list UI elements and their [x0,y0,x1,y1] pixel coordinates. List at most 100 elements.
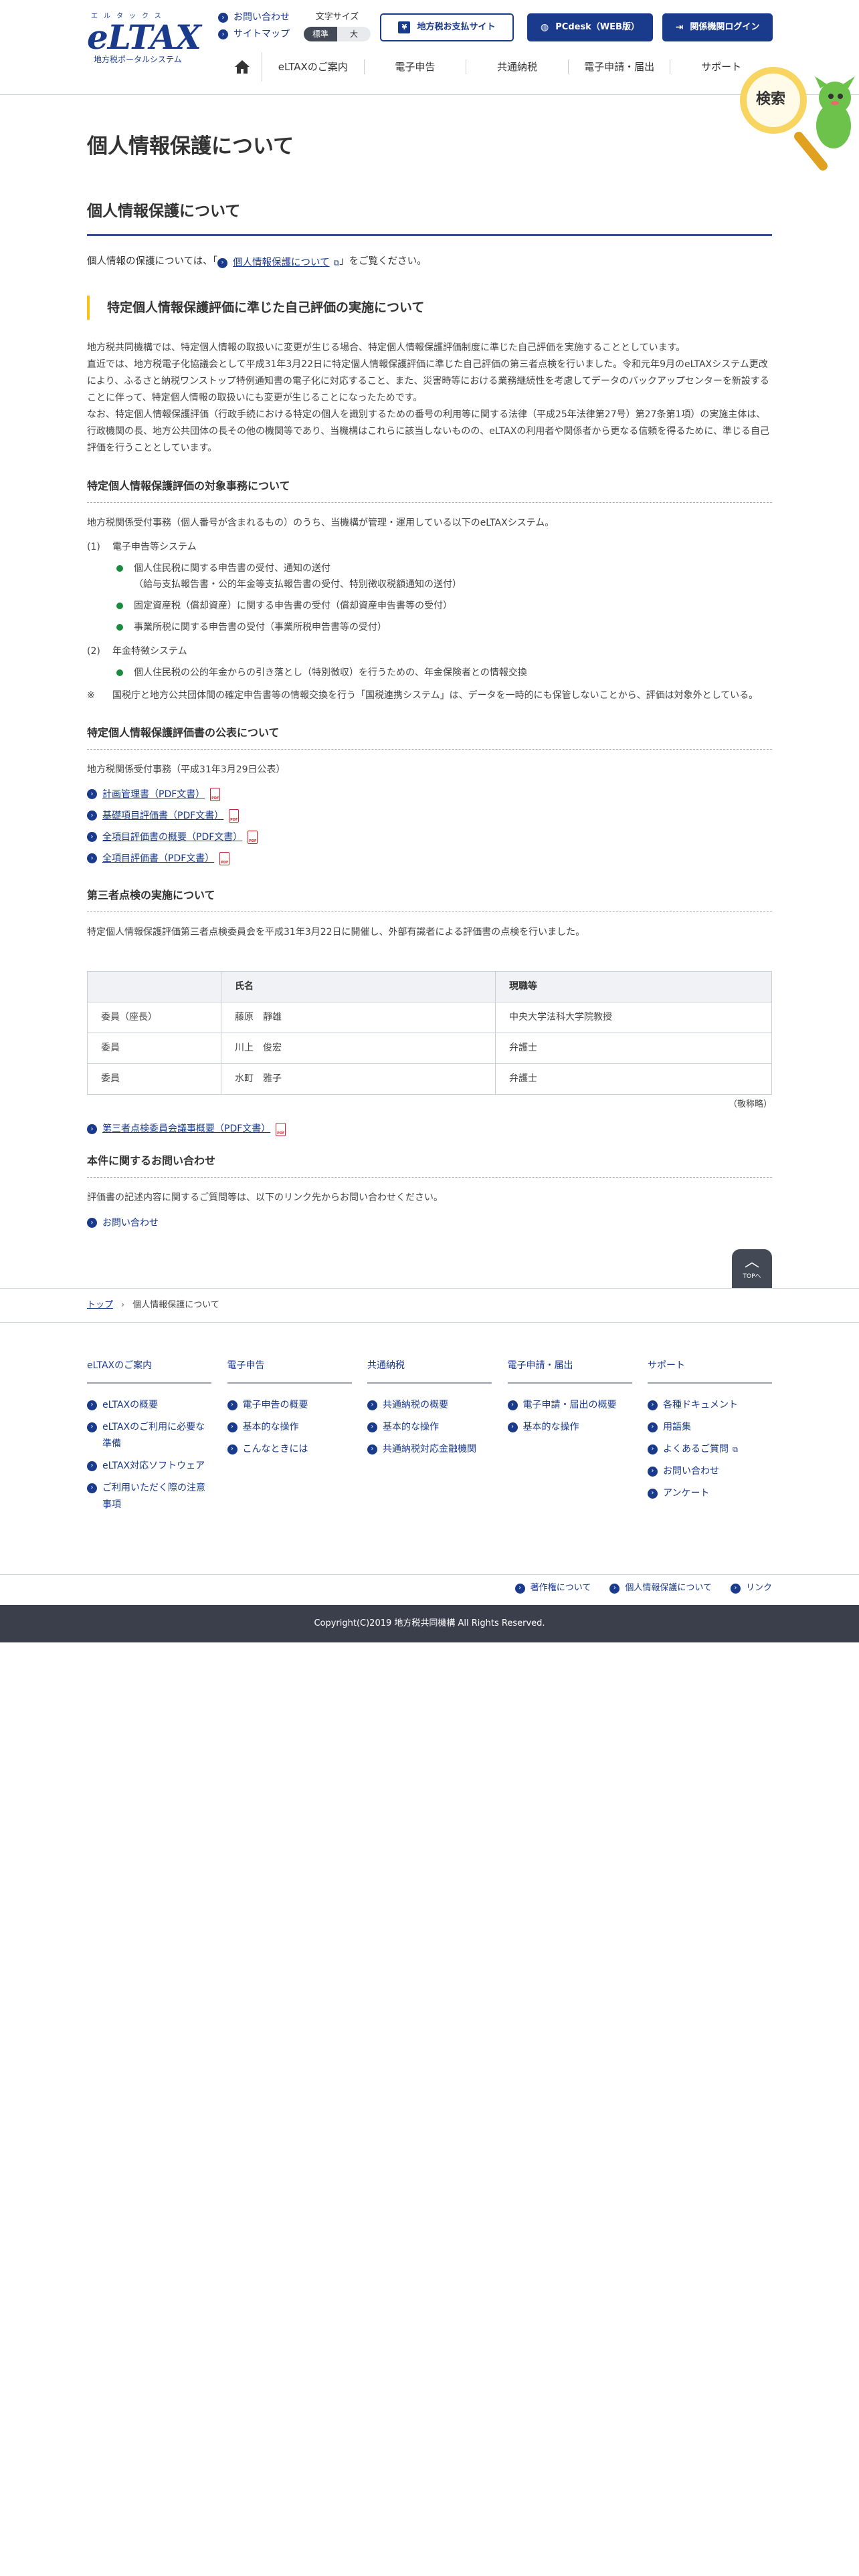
arrow-circle-icon: › [87,811,97,821]
nav-common-payment[interactable]: 共通納税 [466,60,569,74]
utility-links: › お問い合わせ › サイトマップ [218,9,290,43]
footer-link[interactable]: › 基本的な操作 [367,1419,492,1436]
site-logo[interactable]: エルタックス eLTAX 地方税ポータルシステム [87,12,201,66]
footer-link[interactable]: › 基本的な操作 [227,1419,352,1436]
table-header: 氏名 [221,970,496,1002]
sub-list-item: 個人住民税の公的年金からの引き落とし（特別徴収）を行うための、年金保険者との情報… [116,665,772,681]
arrow-circle-icon: › [648,1444,658,1455]
footer-column-head[interactable]: 電子申請・届出 [507,1358,632,1384]
copyright-bar: Copyright(C)2019 地方税共同機構 All Rights Rese… [0,1605,859,1642]
nav-eltax-guide[interactable]: eLTAXのご案内 [262,60,365,74]
footer-link[interactable]: › ご利用いただく際の注意事項 [87,1480,211,1513]
footer-link[interactable]: › アンケート [648,1485,772,1502]
footer-link[interactable]: › eLTAX対応ソフトウェア [87,1458,211,1475]
breadcrumb-top-link[interactable]: トップ [87,1298,113,1313]
footer-column-head[interactable]: eLTAXのご案内 [87,1358,211,1384]
logo-text: eLTAX [87,17,201,57]
footer-column-e-filing: 電子申告 › 電子申告の概要 › 基本的な操作 › こんなときには [227,1358,352,1513]
footer-link[interactable]: › eLTAXのご利用に必要な準備 [87,1419,211,1453]
pdf-link-full[interactable]: › 全項目評価書（PDF文書） PDF [87,851,772,866]
search-label: 検索 [756,91,786,108]
privacy-policy-link-label: 個人情報保護について [233,257,330,268]
arrow-circle-icon: › [87,1483,97,1493]
footer-column-common-payment: 共通納税 › 共通納税の概要 › 基本的な操作 › 共通納税対応金融機関 [367,1358,492,1513]
footer-link[interactable]: › 基本的な操作 [507,1419,632,1436]
footer-column-head[interactable]: サポート [648,1358,772,1384]
pcdesk-button[interactable]: ◍ PCdesk（WEB版） [527,13,653,41]
bottom-link-label: 著作権について [530,1582,591,1593]
arrow-circle-icon: › [87,1400,97,1410]
pdf-link-summary[interactable]: › 全項目評価書の概要（PDF文書） PDF [87,830,772,845]
sub-list-text: 固定資産税（償却資産）に関する申告書の受付（償却資産申告書等の受付） [134,600,452,611]
agency-login-button[interactable]: ⇥ 関係機関ログイン [662,13,773,41]
inquiry-link[interactable]: › お問い合わせ [87,1215,772,1232]
back-to-top-button[interactable]: ︿ TOPへ [732,1249,772,1288]
privacy-policy-link[interactable]: › 個人情報保護について ⧉ [217,255,339,272]
table-header: 現職等 [495,970,772,1002]
footer-link[interactable]: › 共通納税の概要 [367,1397,492,1414]
bullet-icon [116,669,123,676]
arrow-circle-icon: › [87,1422,97,1432]
external-window-icon: ⧉ [333,257,340,267]
copyright-policy-link[interactable]: › 著作権について [514,1581,591,1596]
footer-link-label: 基本的な操作 [383,1421,439,1432]
pdf-icon: PDF [210,787,221,801]
nav-e-filing[interactable]: 電子申告 [365,60,467,74]
footer-link[interactable]: › 電子申請・届出の概要 [507,1397,632,1414]
local-tax-payment-button[interactable]: ¥ 地方税お支払サイト [380,13,514,41]
footer-column-e-application: 電子申請・届出 › 電子申請・届出の概要 › 基本的な操作 [507,1358,632,1513]
pdf-link-plan[interactable]: › 計画管理書（PDF文書） PDF [87,787,772,802]
main-content: 個人情報保護について 個人情報保護について 個人情報の保護については、「 › 個人情… [87,95,772,1231]
sub-list-text: 個人住民税に関する申告書の受付、通知の送付 （給与支払報告書・公的年金等支払報告… [134,562,462,590]
privacy-link[interactable]: › 個人情報保護について [609,1581,712,1596]
arrow-circle-icon: › [227,1422,237,1432]
bullet-icon [116,602,123,609]
footer-link[interactable]: › こんなときには [227,1441,352,1458]
magnifier-mascot-icon [740,67,855,171]
footer-column-head[interactable]: 共通納税 [367,1358,492,1384]
font-size-switcher: 文字サイズ 標準 大 [304,11,371,41]
pdf-link-minutes[interactable]: › 第三者点検委員会議事概要（PDF文書） PDF [87,1122,772,1137]
footer-link[interactable]: › 電子申告の概要 [227,1397,352,1414]
footer-link[interactable]: › eLTAXの概要 [87,1397,211,1414]
page: エルタックス eLTAX 地方税ポータルシステム › お問い合わせ › サイトマ… [0,0,859,2576]
third-party-text: 特定個人情報保護評価第三者点検委員会を平成31年3月22日に開催し、外部有識者に… [87,926,585,938]
footer-column-head[interactable]: 電子申告 [227,1358,352,1384]
pcdesk-label: PCdesk（WEB版） [555,21,640,32]
footer-link[interactable]: › 各種ドキュメント [648,1397,772,1414]
list-item: (1) 電子申告等システム [87,539,772,555]
chevron-up-icon: ︿ [744,1254,759,1271]
local-tax-payment-label: 地方税お支払サイト [417,21,496,32]
pdf-link-basic[interactable]: › 基礎項目評価書（PDF文書） PDF [87,809,772,823]
nav-e-application[interactable]: 電子申請・届出 [569,60,671,74]
sub-list-item: 固定資産税（償却資産）に関する申告書の受付（償却資産申告書等の受付） [116,598,772,614]
search-mascot-button[interactable]: 検索 [735,64,859,178]
nav-home[interactable] [222,52,262,82]
agency-login-label: 関係機関ログイン [690,21,760,32]
font-size-large-button[interactable]: 大 [337,27,371,41]
footer-link[interactable]: › 用語集 [648,1419,772,1436]
arrow-circle-icon: › [730,1583,741,1594]
sitemap-link[interactable]: › サイトマップ [218,26,290,43]
sub-list: 個人住民税に関する申告書の受付、通知の送付 （給与支払報告書・公的年金等支払報告… [87,560,772,635]
contact-link[interactable]: › お問い合わせ [218,9,290,26]
font-size-standard-button[interactable]: 標準 [304,27,337,41]
arrow-circle-icon: › [87,853,97,864]
footer-link[interactable]: › よくあるご質問 ⧉ [648,1441,772,1458]
arrow-circle-icon: › [87,789,97,800]
footer-link-label: 電子申告の概要 [242,1399,308,1410]
footer-link-label: 共通納税対応金融機関 [383,1443,476,1455]
pdf-link-label: 基礎項目評価書（PDF文書） [102,810,224,821]
table-cell: 水町 雅子 [221,1063,496,1095]
links-link[interactable]: › リンク [730,1581,772,1596]
footer-link[interactable]: › お問い合わせ [648,1463,772,1480]
sub-list: 個人住民税の公的年金からの引き落とし（特別徴収）を行うための、年金保険者との情報… [87,665,772,681]
bullet-icon [116,564,123,572]
arrow-circle-icon: › [227,1400,237,1410]
contact-link-label: お問い合わせ [233,12,290,23]
footer-link[interactable]: › 共通納税対応金融機関 [367,1441,492,1458]
table-cell: 川上 俊宏 [221,1032,496,1064]
footer-column-support: サポート › 各種ドキュメント › 用語集 › よくあるご質問 ⧉ › お問い合わせ › ア… [648,1358,772,1513]
arrow-circle-icon: › [87,1124,97,1135]
site-header: エルタックス eLTAX 地方税ポータルシステム › お問い合わせ › サイトマ… [0,0,859,95]
